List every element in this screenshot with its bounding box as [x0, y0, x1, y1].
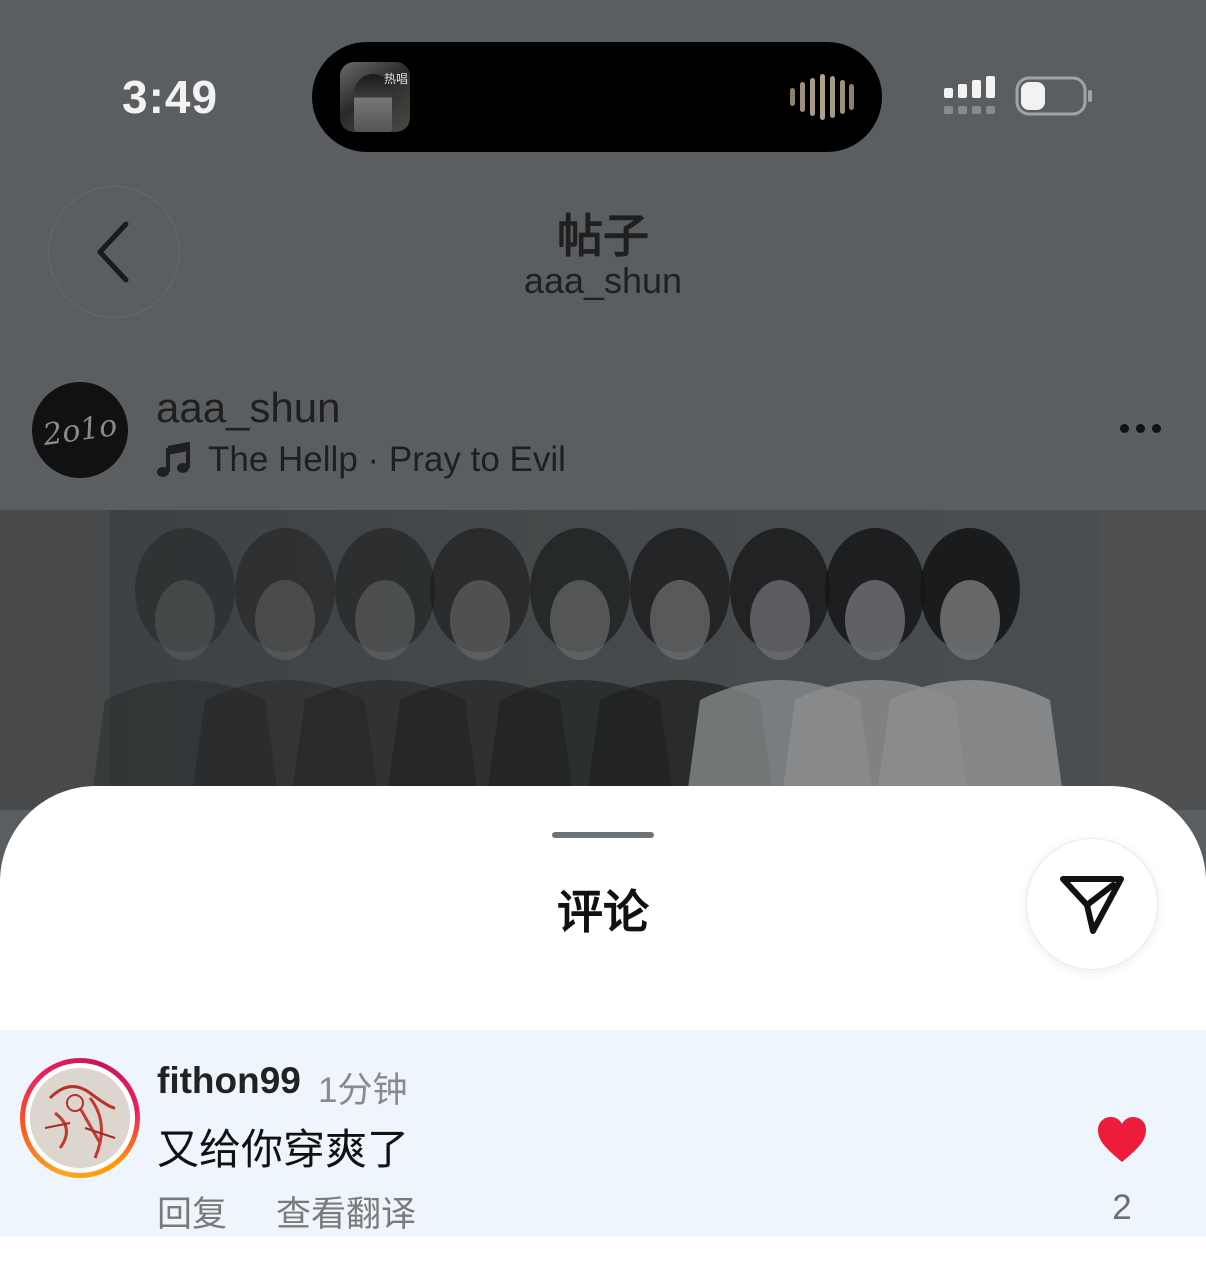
music-note-icon [157, 442, 190, 477]
waveform-icon [790, 74, 854, 120]
status-time: 3:49 [122, 71, 219, 123]
comment-time: 1分钟 [318, 1071, 408, 1110]
comment-text: 又给你穿爽了 [157, 1126, 410, 1173]
music-title: Pray to Evil [388, 440, 566, 479]
heart-icon[interactable] [1096, 1116, 1148, 1164]
share-button[interactable] [1026, 838, 1158, 970]
author-name[interactable]: aaa_shun [156, 384, 341, 432]
bottom-area [0, 1236, 1206, 1264]
author-avatar[interactable]: 2o1o [32, 382, 128, 478]
page-subtitle[interactable]: aaa_shun [0, 260, 1206, 302]
signal-icon [944, 76, 995, 114]
battery-icon [1015, 76, 1092, 116]
music-artist: The Hellp [208, 440, 358, 479]
post-photo [0, 510, 1206, 810]
dynamic-island[interactable]: 热唱 [312, 42, 882, 152]
music-info[interactable]: The Hellp · Pray to Evil [156, 440, 566, 480]
send-icon [1060, 876, 1124, 934]
sheet-title: 评论 [557, 886, 649, 938]
more-icon[interactable] [1110, 410, 1170, 446]
now-playing-artwork[interactable]: 热唱 [340, 62, 410, 132]
status-icons [944, 76, 1092, 116]
reply-button[interactable]: 回复 [157, 1186, 227, 1237]
comment-username[interactable]: fithon99 [157, 1060, 301, 1102]
post-image[interactable] [0, 510, 1206, 810]
page-title: 帖子 [557, 210, 649, 262]
music-separator: · [357, 440, 389, 479]
see-translation-button[interactable]: 查看翻译 [276, 1186, 416, 1237]
sheet-grabber[interactable] [552, 832, 654, 838]
like-count: 2 [1112, 1188, 1132, 1227]
commenter-avatar[interactable] [20, 1058, 140, 1178]
